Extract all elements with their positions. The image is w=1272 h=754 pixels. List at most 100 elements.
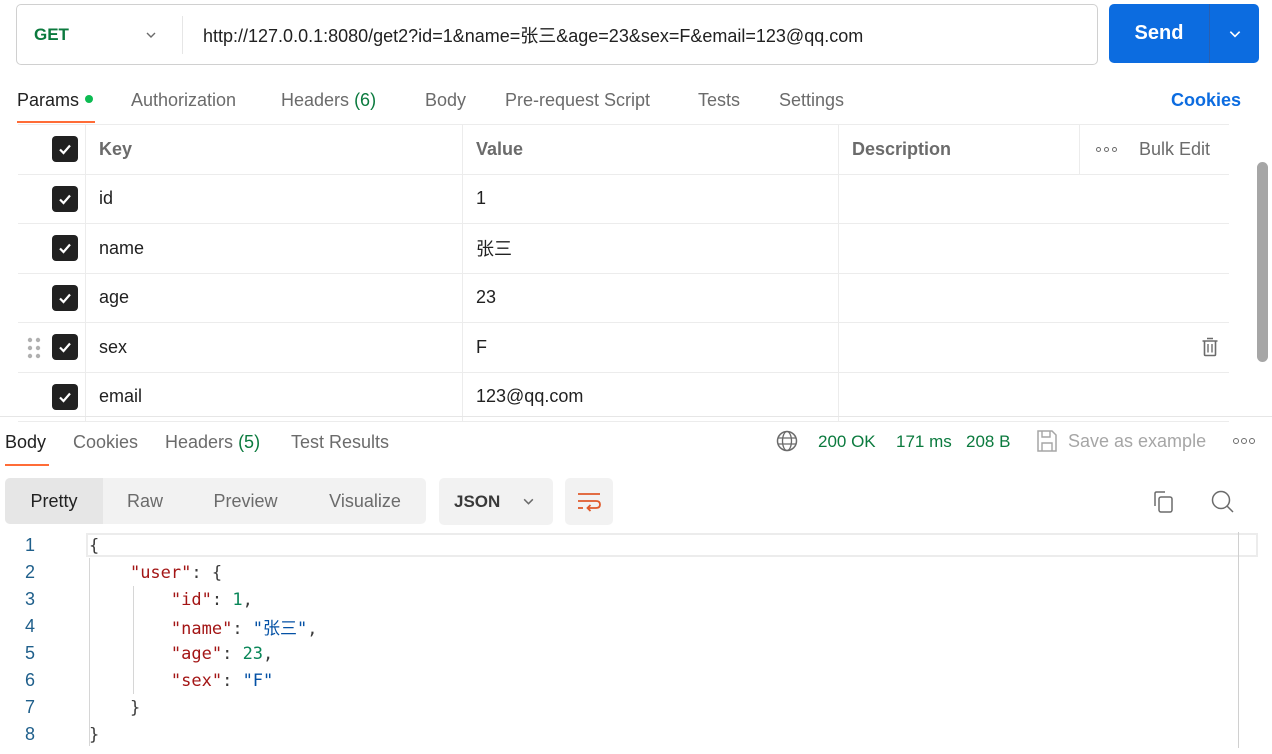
bulk-edit-button[interactable]: Bulk Edit bbox=[1139, 139, 1210, 160]
view-mode-segmented-control: Pretty Raw Preview Visualize bbox=[5, 478, 426, 524]
tab-authorization[interactable]: Authorization bbox=[131, 90, 236, 111]
view-mode-pretty[interactable]: Pretty bbox=[5, 478, 103, 524]
status-code[interactable]: 200 OK bbox=[818, 432, 876, 452]
table-row: sex F bbox=[18, 323, 1229, 373]
method-label: GET bbox=[34, 24, 69, 44]
param-value-input[interactable]: F bbox=[463, 323, 839, 372]
pane-divider[interactable] bbox=[0, 416, 1272, 417]
code-line: 1 { bbox=[0, 532, 1240, 559]
response-tab-test-results[interactable]: Test Results bbox=[291, 432, 389, 453]
code-line: 8 } bbox=[0, 721, 1240, 748]
trash-icon[interactable] bbox=[1201, 337, 1219, 357]
search-icon[interactable] bbox=[1210, 489, 1236, 515]
chevron-down-icon bbox=[146, 32, 156, 38]
param-key-input[interactable]: sex bbox=[86, 323, 463, 372]
table-row: name 张三 bbox=[18, 224, 1229, 274]
response-tab-body[interactable]: Body bbox=[5, 432, 46, 453]
tab-headers[interactable]: Headers (6) bbox=[281, 90, 376, 111]
row-checkbox[interactable] bbox=[51, 284, 78, 311]
cookies-link[interactable]: Cookies bbox=[1171, 90, 1241, 111]
param-description-input[interactable] bbox=[839, 224, 1229, 273]
wrap-lines-button[interactable] bbox=[565, 478, 613, 525]
line-number: 7 bbox=[24, 697, 35, 717]
save-icon bbox=[1037, 430, 1057, 452]
code-line: 7 } bbox=[0, 694, 1240, 721]
tab-body[interactable]: Body bbox=[425, 90, 466, 111]
view-mode-raw[interactable]: Raw bbox=[103, 478, 187, 524]
param-value-input[interactable]: 张三 bbox=[463, 224, 839, 273]
globe-icon[interactable] bbox=[776, 430, 798, 452]
tab-label: Headers bbox=[165, 432, 234, 452]
param-key-input[interactable]: id bbox=[86, 174, 463, 223]
check-icon bbox=[58, 293, 71, 304]
param-key-input[interactable]: email bbox=[86, 372, 463, 421]
params-active-dot bbox=[85, 95, 94, 104]
param-key-input[interactable]: age bbox=[86, 273, 463, 322]
select-all-checkbox[interactable] bbox=[51, 136, 78, 163]
view-mode-preview[interactable]: Preview bbox=[187, 478, 304, 524]
tab-params[interactable]: Params bbox=[17, 90, 94, 111]
response-body-editor[interactable]: 1 { 2 "user": { 3 "id": 1, 4 "name": "张三… bbox=[0, 532, 1272, 754]
line-number: 3 bbox=[24, 589, 35, 609]
chevron-down-icon bbox=[1229, 30, 1240, 37]
select-all-cell bbox=[18, 125, 86, 174]
tab-tests[interactable]: Tests bbox=[698, 90, 740, 111]
tab-settings[interactable]: Settings bbox=[779, 90, 844, 111]
check-icon bbox=[58, 343, 71, 353]
table-row: email 123@qq.com bbox=[18, 372, 1229, 422]
param-value-input[interactable]: 23 bbox=[463, 273, 839, 322]
code-line: 4 "name": "张三", bbox=[0, 613, 1240, 640]
row-checkbox[interactable] bbox=[51, 185, 78, 212]
url-bar: GET http://127.0.0.1:8080/get2?id=1&name… bbox=[16, 4, 1098, 65]
view-mode-visualize[interactable]: Visualize bbox=[304, 478, 426, 524]
params-table: Key Value Description Bulk Edit id 1 nam… bbox=[18, 124, 1229, 422]
chevron-down-icon bbox=[523, 498, 534, 505]
copy-icon[interactable] bbox=[1151, 490, 1175, 514]
request-tabs: Params Authorization Headers (6) Body Pr… bbox=[0, 86, 1272, 124]
line-number: 5 bbox=[24, 643, 35, 663]
response-tab-headers[interactable]: Headers (5) bbox=[165, 432, 260, 453]
param-value-input[interactable]: 123@qq.com bbox=[463, 372, 839, 421]
row-checkbox[interactable] bbox=[51, 334, 78, 361]
param-key-input[interactable]: name bbox=[86, 224, 463, 273]
params-scrollbar-thumb[interactable] bbox=[1257, 162, 1268, 362]
row-check-cell bbox=[18, 174, 86, 223]
response-more-options-icon[interactable] bbox=[1233, 438, 1255, 444]
code-line-text: { bbox=[89, 535, 100, 556]
param-value-input[interactable]: 1 bbox=[463, 174, 839, 223]
send-options-button[interactable] bbox=[1210, 4, 1259, 63]
response-size[interactable]: 208 B bbox=[966, 432, 1010, 452]
param-description-input[interactable] bbox=[839, 274, 1229, 323]
column-key: Key bbox=[86, 125, 463, 174]
send-button[interactable]: Send bbox=[1109, 4, 1210, 63]
line-number: 4 bbox=[24, 616, 35, 636]
row-checkbox[interactable] bbox=[51, 383, 78, 410]
code-line-text: "age": 23, bbox=[170, 643, 274, 664]
more-options-icon[interactable] bbox=[1096, 146, 1117, 152]
tab-label: Headers bbox=[281, 90, 350, 110]
table-row: id 1 bbox=[18, 174, 1229, 224]
format-select[interactable]: JSON bbox=[439, 478, 553, 525]
tab-pre-request-script[interactable]: Pre-request Script bbox=[505, 90, 650, 111]
active-response-tab-indicator bbox=[5, 464, 49, 466]
code-line-text: "sex": "F" bbox=[170, 670, 274, 691]
code-line: 2 "user": { bbox=[0, 559, 1240, 586]
row-checkbox[interactable] bbox=[51, 235, 78, 262]
line-number: 1 bbox=[24, 535, 35, 555]
row-check-cell bbox=[18, 273, 86, 322]
line-number: 8 bbox=[24, 724, 35, 744]
format-label: JSON bbox=[454, 491, 501, 511]
response-time[interactable]: 171 ms bbox=[896, 432, 952, 452]
response-tab-cookies[interactable]: Cookies bbox=[73, 432, 138, 453]
code-line-text: "id": 1, bbox=[170, 589, 253, 610]
save-as-example-button[interactable]: Save as example bbox=[1036, 429, 1206, 453]
url-input[interactable]: http://127.0.0.1:8080/get2?id=1&name=张三&… bbox=[183, 22, 863, 48]
param-description-input[interactable] bbox=[839, 175, 1229, 224]
method-select[interactable]: GET bbox=[17, 15, 183, 54]
line-number: 2 bbox=[24, 562, 35, 582]
line-number: 6 bbox=[24, 670, 35, 690]
param-description-input[interactable] bbox=[839, 373, 1229, 422]
param-description-input[interactable] bbox=[839, 323, 1229, 372]
table-row: age 23 bbox=[18, 273, 1229, 323]
row-check-cell bbox=[18, 224, 86, 273]
